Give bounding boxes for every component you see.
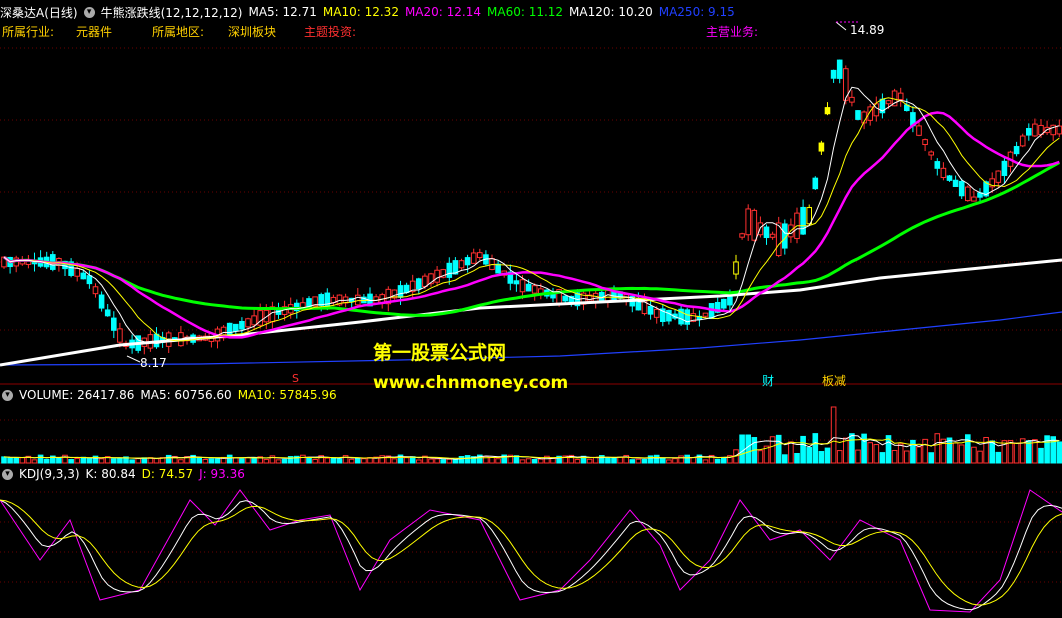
chart-canvas[interactable] (0, 0, 1062, 618)
volume-toggle-icon[interactable]: ▾ (2, 389, 13, 401)
price-low-label: 8.17 (140, 356, 167, 370)
volume-header: ▾ VOLUME: 26417.86 MA5: 60756.60 MA10: 5… (0, 388, 343, 402)
high-marker-arrow (835, 21, 847, 31)
ma60-line (3, 161, 1061, 317)
kdj-label: KDJ(9,3,3) (19, 467, 80, 481)
signal-s-marker[interactable]: S (292, 372, 299, 385)
volume-ma10-label: MA10: 57845.96 (237, 388, 337, 402)
low-marker-arrow (126, 355, 141, 363)
volume-ma5-label: MA5: 60756.60 (140, 388, 232, 402)
kdj-header: ▾ KDJ(9,3,3) K: 80.84 D: 74.57 J: 93.36 (0, 467, 251, 481)
ma120-line (0, 258, 1062, 367)
grid-lines (0, 47, 1062, 583)
kdj-k-label: K: 80.84 (85, 467, 136, 481)
price-high-label: 14.89 (850, 23, 885, 37)
kdj-j-label: J: 93.36 (199, 467, 245, 481)
candlesticks (1, 59, 1062, 355)
watermark-url: www.chnmoney.com (373, 373, 569, 393)
watermark-title: 第一股票公式网 (373, 342, 507, 364)
kdj-d-label: D: 74.57 (141, 467, 194, 481)
kdj-j-line (0, 489, 1062, 613)
kdj-toggle-icon[interactable]: ▾ (2, 468, 13, 480)
volume-label: VOLUME: 26417.86 (19, 388, 135, 402)
finance-marker[interactable]: 财 (762, 372, 774, 389)
ma20-line (3, 111, 1060, 339)
shareholding-marker[interactable]: 板减 (822, 372, 846, 389)
volume-bars (1, 406, 1062, 464)
